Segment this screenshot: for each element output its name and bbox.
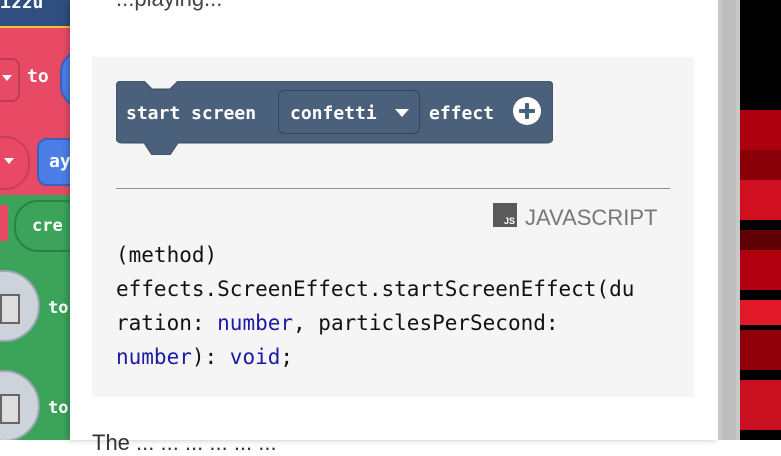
start-screen-effect-block[interactable]: start screen confetti effect [116, 81, 553, 155]
preview-red-pixels [740, 330, 781, 370]
preview-red-pixels [740, 230, 781, 250]
divider [116, 188, 670, 189]
background-block-editor: izzu to ay cre to to [0, 0, 70, 440]
code-return-type: void [229, 345, 281, 369]
code-line-2: effects.ScreenEffect.startScreenEffect(d… [116, 277, 635, 301]
sprite-icon [0, 394, 20, 424]
chevron-down-icon [4, 158, 14, 164]
sprite-icon [0, 294, 20, 324]
editor-pink-edge [0, 205, 8, 241]
js-icon-text: JS [503, 216, 515, 226]
preview-red-pixels [740, 110, 781, 150]
editor-to-label-2: to [48, 298, 69, 318]
editor-blue-oval-2: ay [37, 138, 70, 186]
chevron-down-icon [2, 75, 12, 81]
javascript-label-text: JAVASCRIPT [525, 205, 658, 230]
preview-red-pixels [740, 300, 781, 325]
preview-red-pixels [740, 380, 781, 430]
add-parameter-plus-icon[interactable] [513, 97, 541, 125]
editor-dropdown-1 [0, 58, 20, 102]
editor-green-oval-text: cre [32, 216, 63, 236]
editor-oval-text: ay [49, 151, 70, 172]
preview-red-pixels [740, 250, 781, 290]
chevron-down-icon [395, 109, 409, 117]
editor-green-oval: cre [14, 200, 70, 252]
code-type-number: number [217, 311, 294, 335]
block-suffix-text: effect [429, 103, 495, 124]
panel-scrollbar[interactable] [718, 0, 740, 440]
effect-dropdown[interactable]: confetti [278, 90, 420, 134]
documentation-panel: ...playing... start screen confetti effe… [70, 0, 718, 455]
code-semicolon: ; [280, 345, 294, 369]
editor-to-label-3: to [48, 398, 69, 418]
scrollbar-thumb[interactable] [722, 0, 736, 440]
effect-dropdown-value: confetti [290, 103, 377, 124]
code-line-1: (method) [116, 243, 218, 267]
code-return-sep: ): [191, 345, 230, 369]
javascript-icon: JS [493, 203, 517, 227]
block-prefix-text: start screen [126, 103, 257, 124]
code-param-name: ration: [116, 311, 218, 335]
editor-top-block-text: izzu [0, 0, 44, 13]
preview-red-pixels [740, 150, 781, 180]
game-preview [740, 0, 781, 440]
block-example-box: start screen confetti effect JS JAVASCRI… [92, 57, 694, 397]
code-type-number-2: number [116, 345, 192, 369]
editor-to-label: to [27, 66, 49, 87]
preview-red-pixels [740, 180, 781, 220]
code-param-name-2: , particlesPerSecond: [293, 311, 559, 335]
code-signature: (method) effects.ScreenEffect.startScree… [116, 238, 676, 374]
panel-top-text: ...playing... [116, 0, 222, 12]
panel-bottom-text: The ... ... ... ... ... ... [92, 430, 277, 455]
